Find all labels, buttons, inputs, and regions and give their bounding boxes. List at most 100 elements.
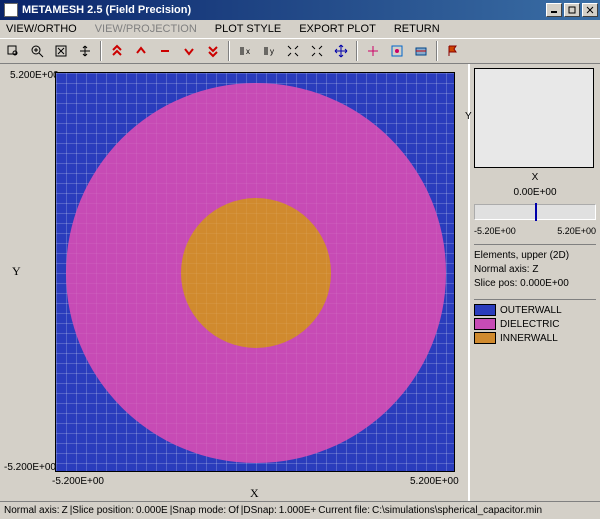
minimize-icon bbox=[550, 6, 558, 14]
double-up-red-icon bbox=[110, 44, 124, 58]
up-red-icon bbox=[134, 44, 148, 58]
zoom-window-button[interactable] bbox=[2, 40, 24, 62]
bracket-y-icon: y bbox=[262, 44, 276, 58]
close-button[interactable] bbox=[582, 3, 598, 17]
slider-range: -5.20E+00 5.20E+00 bbox=[474, 226, 596, 236]
status-snap-value: Of bbox=[228, 505, 239, 516]
titlebar: METAMESH 2.5 (Field Precision) bbox=[0, 0, 600, 20]
status-dsnap-label: |DSnap: bbox=[241, 505, 277, 516]
info-button[interactable] bbox=[442, 40, 464, 62]
plot-grid-overlay bbox=[56, 73, 454, 471]
slice-normal-button[interactable] bbox=[154, 40, 176, 62]
bracket-x-icon: x bbox=[238, 44, 252, 58]
zoom-in-button[interactable] bbox=[26, 40, 48, 62]
close-icon bbox=[586, 6, 594, 14]
app-icon bbox=[4, 3, 18, 17]
x-max-label: 5.200E+00 bbox=[410, 476, 459, 487]
dash-red-icon bbox=[158, 44, 172, 58]
jump-last-button[interactable] bbox=[202, 40, 224, 62]
status-dsnap-value: 1.000E+ bbox=[279, 505, 317, 516]
crosshair-plus-icon bbox=[366, 44, 380, 58]
down-red-icon bbox=[182, 44, 196, 58]
maximize-button[interactable] bbox=[564, 3, 580, 17]
y-axis-label: Y bbox=[12, 264, 21, 279]
swatch-innerwall bbox=[474, 332, 496, 344]
expand-out-icon bbox=[310, 44, 324, 58]
menu-plot-style[interactable]: PLOT STYLE bbox=[211, 22, 285, 36]
menu-view-projection[interactable]: VIEW/PROJECTION bbox=[91, 22, 201, 36]
menu-return[interactable]: RETURN bbox=[390, 22, 444, 36]
side-panel: Y X 0.00E+00 -5.20E+00 5.20E+00 Elements… bbox=[468, 64, 600, 501]
x-axis-label: X bbox=[250, 486, 259, 501]
fit-expand-button[interactable] bbox=[306, 40, 328, 62]
x-min-label: -5.200E+00 bbox=[52, 476, 104, 487]
svg-text:y: y bbox=[270, 47, 274, 56]
expand-icon bbox=[54, 44, 68, 58]
status-file-value: C:\simulations\spherical_capacitor.min bbox=[372, 505, 542, 516]
svg-text:x: x bbox=[246, 47, 250, 56]
slice-slider[interactable] bbox=[474, 204, 596, 220]
mini-x-label: X bbox=[474, 172, 596, 183]
status-slice-pos-value: 0.000E bbox=[136, 505, 168, 516]
region-button[interactable] bbox=[386, 40, 408, 62]
menu-view-ortho[interactable]: VIEW/ORTHO bbox=[2, 22, 81, 36]
contract-icon bbox=[286, 44, 300, 58]
status-slice-pos-label: |Slice position: bbox=[70, 505, 134, 516]
info-normal-axis: Normal axis: Z bbox=[474, 263, 596, 277]
mini-view[interactable]: Y bbox=[474, 68, 594, 168]
toolbar-separator bbox=[228, 41, 230, 61]
legend-item-dielectric: DIELECTRIC bbox=[474, 318, 596, 330]
menu-export-plot[interactable]: EXPORT PLOT bbox=[295, 22, 380, 36]
step-back-button[interactable] bbox=[130, 40, 152, 62]
minimize-button[interactable] bbox=[546, 3, 562, 17]
info-slice-pos: Slice pos: 0.000E+00 bbox=[474, 277, 596, 291]
toolbar-separator bbox=[436, 41, 438, 61]
flag-icon bbox=[446, 44, 460, 58]
window-buttons bbox=[546, 3, 598, 17]
legend-label: INNERWALL bbox=[500, 333, 558, 344]
legend-label: OUTERWALL bbox=[500, 305, 562, 316]
toolbar-separator bbox=[100, 41, 102, 61]
status-normal-axis-value: Z bbox=[62, 505, 68, 516]
jump-first-button[interactable] bbox=[106, 40, 128, 62]
move-arrows-icon bbox=[334, 44, 348, 58]
slider-thumb-icon bbox=[535, 203, 537, 221]
info-block: Elements, upper (2D) Normal axis: Z Slic… bbox=[474, 244, 596, 291]
plot-viewport[interactable] bbox=[55, 72, 455, 472]
toolbar: x y bbox=[0, 38, 600, 64]
zoom-in-icon bbox=[30, 44, 44, 58]
move-button[interactable] bbox=[330, 40, 352, 62]
legend-item-outerwall: OUTERWALL bbox=[474, 304, 596, 316]
mini-y-label: Y bbox=[465, 111, 472, 122]
swatch-dielectric bbox=[474, 318, 496, 330]
menubar: VIEW/ORTHO VIEW/PROJECTION PLOT STYLE EX… bbox=[0, 20, 600, 38]
pan-button[interactable] bbox=[74, 40, 96, 62]
window-title: METAMESH 2.5 (Field Precision) bbox=[22, 4, 546, 16]
mini-center-value: 0.00E+00 bbox=[474, 187, 596, 198]
global-view-button[interactable] bbox=[50, 40, 72, 62]
axis-x-button[interactable]: x bbox=[234, 40, 256, 62]
zoom-window-icon bbox=[6, 44, 20, 58]
slice-plane-button[interactable] bbox=[410, 40, 432, 62]
slider-min: -5.20E+00 bbox=[474, 226, 516, 236]
slider-max: 5.20E+00 bbox=[557, 226, 596, 236]
legend-item-innerwall: INNERWALL bbox=[474, 332, 596, 344]
legend: OUTERWALL DIELECTRIC INNERWALL bbox=[474, 299, 596, 346]
y-max-label: 5.200E+00 bbox=[10, 70, 59, 81]
legend-label: DIELECTRIC bbox=[500, 319, 559, 330]
axis-y-button[interactable]: y bbox=[258, 40, 280, 62]
step-forward-button[interactable] bbox=[178, 40, 200, 62]
workspace: 5.200E+00 Y -5.200E+00 -5.200E+00 5.200E… bbox=[0, 64, 600, 501]
pan-icon bbox=[78, 44, 92, 58]
info-elements: Elements, upper (2D) bbox=[474, 249, 596, 263]
cursor-mode-button[interactable] bbox=[362, 40, 384, 62]
status-file-label: Current file: bbox=[318, 505, 370, 516]
fit-contract-button[interactable] bbox=[282, 40, 304, 62]
toolbar-separator bbox=[356, 41, 358, 61]
plot-area: 5.200E+00 Y -5.200E+00 -5.200E+00 5.200E… bbox=[0, 64, 468, 501]
region-icon bbox=[390, 44, 404, 58]
status-snap-label: |Snap mode: bbox=[170, 505, 227, 516]
statusbar: Normal axis: Z |Slice position: 0.000E |… bbox=[0, 501, 600, 519]
maximize-icon bbox=[568, 6, 576, 14]
slice-plane-icon bbox=[414, 44, 428, 58]
